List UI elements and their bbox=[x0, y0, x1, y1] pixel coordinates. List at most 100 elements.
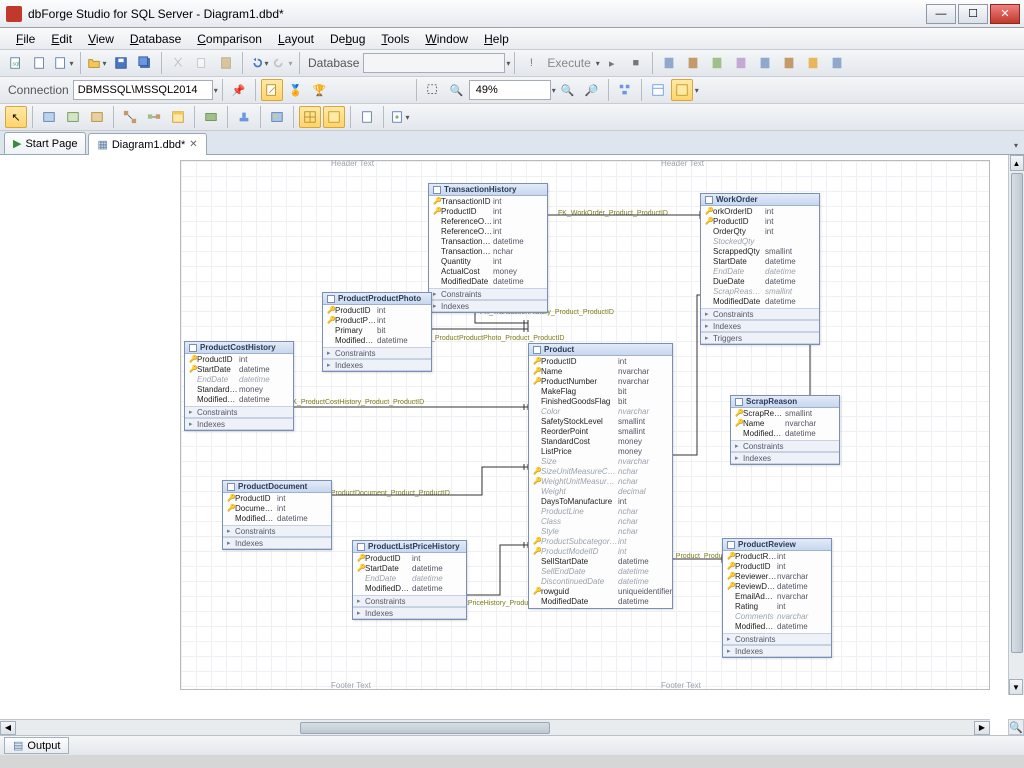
book8-button[interactable] bbox=[826, 52, 848, 74]
tab-start-page[interactable]: ▶ Start Page bbox=[4, 132, 86, 154]
scroll-down-icon[interactable]: ▼ bbox=[1009, 679, 1023, 695]
cut-button[interactable] bbox=[167, 52, 189, 74]
image-button[interactable] bbox=[266, 106, 288, 128]
entity-workorder[interactable]: WorkOrder🔑orkOrderIDint🔑ProductIDintOrde… bbox=[700, 193, 820, 345]
maximize-button[interactable]: ☐ bbox=[958, 4, 988, 24]
bottom-panel: ▤ Output bbox=[0, 735, 1024, 755]
book4-button[interactable] bbox=[730, 52, 752, 74]
zoom-corner-icon[interactable]: 🔍 bbox=[1008, 719, 1024, 735]
edit-doc-button[interactable] bbox=[261, 79, 283, 101]
show-grid-button[interactable] bbox=[323, 106, 345, 128]
new-query-button[interactable] bbox=[29, 52, 51, 74]
database-dropdown-icon[interactable]: ▾ bbox=[506, 59, 510, 68]
menu-comparison[interactable]: Comparison bbox=[191, 30, 268, 48]
pointer-button[interactable]: ↖ bbox=[5, 106, 27, 128]
new-view-button[interactable] bbox=[62, 106, 84, 128]
stamp-button[interactable] bbox=[233, 106, 255, 128]
scroll-thumb-h[interactable] bbox=[300, 722, 550, 734]
new-table-button[interactable] bbox=[38, 106, 60, 128]
new-proc-button[interactable] bbox=[86, 106, 108, 128]
relation-button[interactable] bbox=[119, 106, 141, 128]
entity-productlistpricehistory[interactable]: ProductListPriceHistory🔑ProductIDint🔑Sta… bbox=[352, 540, 467, 620]
paste-button[interactable] bbox=[215, 52, 237, 74]
menu-file[interactable]: File bbox=[10, 30, 41, 48]
book6-button[interactable] bbox=[778, 52, 800, 74]
copy-button[interactable] bbox=[191, 52, 213, 74]
tab-overflow-icon[interactable]: ▾ bbox=[1008, 137, 1024, 154]
execute-dropdown-icon[interactable]: ▾ bbox=[596, 59, 600, 68]
menu-help[interactable]: Help bbox=[478, 30, 515, 48]
entity-scrapreason[interactable]: ScrapReason🔑ScrapReasonIDsmallint🔑Namenv… bbox=[730, 395, 840, 465]
save-all-button[interactable] bbox=[134, 52, 156, 74]
book7-button[interactable] bbox=[802, 52, 824, 74]
output-tab[interactable]: ▤ Output bbox=[4, 737, 69, 754]
zoom-out-button[interactable]: 🔎 bbox=[581, 79, 603, 101]
diagram-canvas[interactable]: Header Text Header Text Footer Text Foot… bbox=[0, 155, 1008, 695]
output-icon: ▤ bbox=[13, 739, 23, 752]
close-button[interactable]: ✕ bbox=[990, 4, 1020, 24]
zoom-fit-button[interactable]: 🔍 bbox=[446, 79, 468, 101]
menu-edit[interactable]: Edit bbox=[45, 30, 78, 48]
output-label: Output bbox=[27, 740, 60, 752]
menu-database[interactable]: Database bbox=[124, 30, 187, 48]
trophy-button[interactable]: 🏆 bbox=[309, 79, 331, 101]
zoom-dropdown-icon[interactable]: ▾ bbox=[552, 86, 556, 95]
open-button[interactable]: ▾ bbox=[86, 52, 108, 74]
zoom-combo[interactable]: 49% bbox=[469, 80, 551, 100]
undo-button[interactable]: ▾ bbox=[248, 52, 270, 74]
database-combo[interactable] bbox=[363, 53, 505, 73]
layout-button[interactable] bbox=[614, 79, 636, 101]
entity-productcosthistory[interactable]: ProductCostHistory🔑ProductIDint🔑StartDat… bbox=[184, 341, 294, 431]
document-tabs: ▶ Start Page ▦ Diagram1.dbd* ✕ ▾ bbox=[0, 131, 1024, 155]
connection-dropdown-icon[interactable]: ▾ bbox=[214, 86, 218, 95]
entity-transactionhistory[interactable]: TransactionHistory🔑TransactionIDint🔑Prod… bbox=[428, 183, 548, 313]
save-button[interactable] bbox=[110, 52, 132, 74]
tab-close-icon[interactable]: ✕ bbox=[189, 139, 197, 150]
export-button[interactable]: ▾ bbox=[389, 106, 411, 128]
scroll-left-icon[interactable]: ◀ bbox=[0, 721, 16, 735]
diagram-view-button[interactable] bbox=[671, 79, 693, 101]
menu-window[interactable]: Window bbox=[419, 30, 474, 48]
menu-view[interactable]: View bbox=[82, 30, 120, 48]
new-diagram-dropdown[interactable]: ▾ bbox=[53, 52, 75, 74]
menu-debug[interactable]: Debug bbox=[324, 30, 371, 48]
redo-button[interactable]: ▾ bbox=[272, 52, 294, 74]
book2-button[interactable] bbox=[682, 52, 704, 74]
tab-diagram[interactable]: ▦ Diagram1.dbd* ✕ bbox=[88, 133, 206, 155]
book5-button[interactable] bbox=[754, 52, 776, 74]
new-sql-button[interactable]: sql bbox=[5, 52, 27, 74]
stop-button[interactable]: ■ bbox=[625, 52, 647, 74]
cert-button[interactable]: 🏅 bbox=[285, 79, 307, 101]
entity-productdocument[interactable]: ProductDocument🔑ProductIDint🔑DocumentIDi… bbox=[222, 480, 332, 550]
menu-layout[interactable]: Layout bbox=[272, 30, 320, 48]
scroll-right-icon[interactable]: ▶ bbox=[974, 721, 990, 735]
page-setup-button[interactable] bbox=[356, 106, 378, 128]
fk-button[interactable] bbox=[143, 106, 165, 128]
pin-button[interactable]: 📌 bbox=[228, 79, 250, 101]
header-text-right: Header Text bbox=[661, 159, 704, 168]
connection-combo[interactable] bbox=[73, 80, 213, 100]
container-button[interactable] bbox=[200, 106, 222, 128]
scroll-thumb-v[interactable] bbox=[1011, 173, 1023, 653]
menu-tools[interactable]: Tools bbox=[375, 30, 415, 48]
book3-button[interactable] bbox=[706, 52, 728, 74]
horizontal-scrollbar[interactable]: ◀ ▶ bbox=[0, 719, 990, 735]
zoom-region-button[interactable] bbox=[422, 79, 444, 101]
vertical-scrollbar[interactable]: ▲ ▼ bbox=[1008, 155, 1024, 695]
scroll-up-icon[interactable]: ▲ bbox=[1010, 155, 1024, 171]
table-view-button[interactable] bbox=[647, 79, 669, 101]
entity-productproductphoto[interactable]: ProductProductPhoto🔑ProductIDint🔑Product… bbox=[322, 292, 432, 372]
zoom-value: 49% bbox=[476, 84, 498, 96]
debug-button[interactable]: ! bbox=[520, 52, 542, 74]
zoom-in-button[interactable]: 🔍 bbox=[557, 79, 579, 101]
note-button[interactable] bbox=[167, 106, 189, 128]
svg-text:sql: sql bbox=[13, 62, 20, 68]
app-icon bbox=[6, 6, 22, 22]
step-button[interactable]: ▸ bbox=[601, 52, 623, 74]
book1-button[interactable] bbox=[658, 52, 680, 74]
snap-grid-button[interactable] bbox=[299, 106, 321, 128]
minimize-button[interactable]: — bbox=[926, 4, 956, 24]
entity-product[interactable]: Product🔑ProductIDint🔑Namenvarchar🔑Produc… bbox=[528, 343, 673, 609]
view-dropdown-icon[interactable]: ▾ bbox=[695, 86, 699, 95]
entity-productreview[interactable]: ProductReview🔑ProductReviewIDint🔑Product… bbox=[722, 538, 832, 658]
